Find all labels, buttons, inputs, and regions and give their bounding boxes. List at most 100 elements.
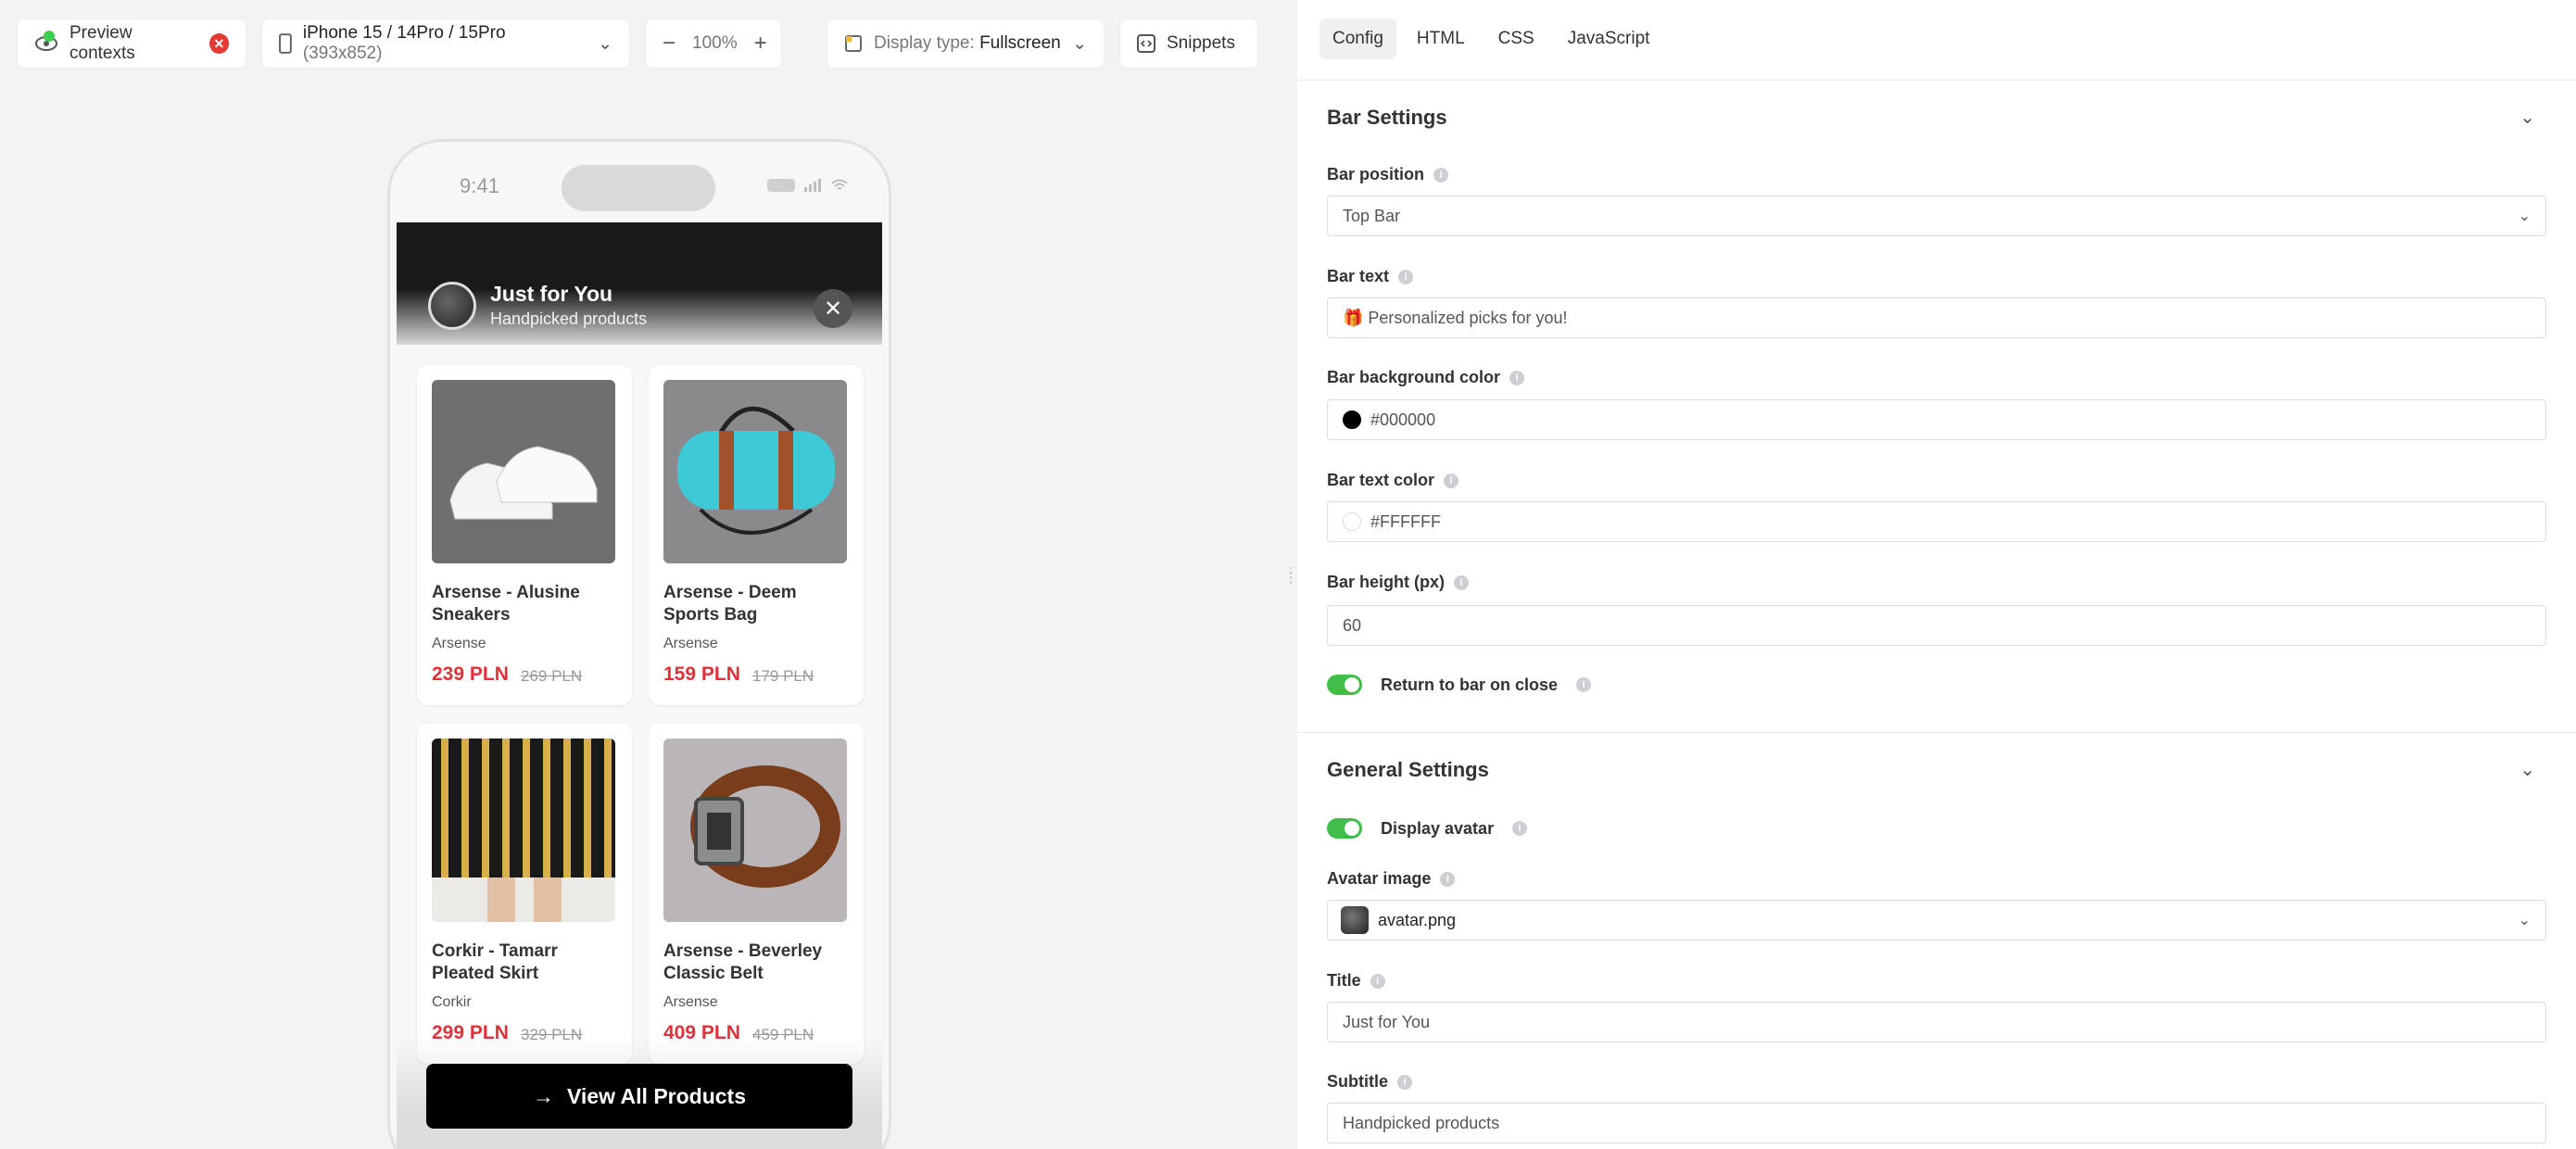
display-avatar-label: Display avatar [1381, 818, 1495, 838]
eye-icon [34, 31, 58, 53]
bar-height-input[interactable]: 60 [1327, 605, 2546, 646]
device-label: iPhone 15 / 14Pro / 15Pro (393x852) [302, 23, 506, 63]
return-to-bar-row: Return to bar on close i [1327, 675, 1592, 695]
tab-html[interactable]: HTML [1404, 19, 1478, 59]
drag-handle-icon[interactable]: ⋮ ⋮ [1284, 565, 1297, 584]
bar-title: Just for You [490, 282, 613, 306]
tab-css[interactable]: CSS [1485, 19, 1547, 59]
product-name: Arsense - Deem Sports Bag [663, 583, 797, 625]
display-avatar-toggle[interactable] [1327, 818, 1362, 839]
return-to-bar-label: Return to bar on close [1381, 675, 1559, 694]
skirt-image [432, 739, 615, 922]
product-old-price: 179 PLN [752, 667, 814, 685]
bar-text-color-input[interactable]: #FFFFFF [1327, 501, 2546, 542]
avatar-image-select[interactable]: avatar.png ⌄ [1327, 900, 2546, 941]
snippets-label: Snippets [1167, 33, 1235, 53]
info-icon[interactable]: i [1454, 574, 1470, 590]
bar-background-color-input[interactable]: #000000 [1327, 399, 2546, 440]
display-type-label: Display type: Fullscreen [874, 33, 1061, 53]
chevron-down-icon[interactable]: ⌄ [2519, 106, 2535, 129]
bar-subtitle: Handpicked products [490, 309, 648, 328]
tab-config[interactable]: Config [1320, 19, 1396, 59]
product-card[interactable]: Arsense - Deem Sports Bag Arsense 159 PL… [649, 365, 864, 705]
tab-javascript[interactable]: JavaScript [1555, 19, 1663, 59]
subtitle-label: Subtitle i [1327, 1072, 1412, 1092]
subtitle-input[interactable]: Handpicked products [1327, 1103, 2546, 1143]
display-avatar-row: Display avatar i [1327, 818, 1528, 839]
info-icon[interactable]: i [1512, 821, 1528, 836]
code-icon [1137, 34, 1155, 53]
view-all-products-button[interactable]: → View All Products [426, 1064, 852, 1129]
zoom-out-button[interactable]: − [663, 31, 676, 57]
wifi-icon [831, 179, 848, 190]
phone-icon [279, 33, 292, 54]
bar-height-label: Bar height (px) i [1327, 573, 1470, 592]
phone-screen: Just for You Handpicked products ✕ Arsen… [397, 222, 882, 1149]
zoom-in-button[interactable]: + [754, 31, 767, 57]
chevron-down-icon[interactable]: ⌄ [2519, 758, 2535, 781]
bar-position-select[interactable]: Top Bar ⌄ [1327, 196, 2546, 236]
product-old-price: 269 PLN [521, 667, 583, 685]
belt-image [663, 739, 847, 922]
bar-text-color-label: Bar text color i [1327, 471, 1459, 490]
color-swatch[interactable] [1343, 512, 1361, 531]
arrow-right-icon: → [533, 1083, 554, 1108]
divider [1297, 80, 2576, 81]
product-price: 239 PLN [432, 663, 509, 685]
zoom-control: − 100% + [645, 19, 782, 69]
bar-text-input[interactable]: 🎁 Personalized picks for you! [1327, 297, 2546, 338]
info-icon[interactable]: i [1370, 973, 1385, 989]
clear-contexts-icon[interactable]: ✕ [208, 33, 229, 54]
product-name: Arsense - Beverley Classic Belt [663, 941, 823, 983]
info-icon[interactable]: i [1433, 167, 1449, 183]
product-card[interactable]: Arsense - Beverley Classic Belt Arsense … [649, 724, 864, 1064]
bar-background-color-label: Bar background color i [1327, 368, 1525, 387]
product-brand: Arsense [663, 994, 718, 1010]
product-name: Corkir - Tamarr Pleated Skirt [432, 941, 558, 983]
product-brand: Arsense [432, 636, 486, 651]
info-icon[interactable]: i [1397, 1074, 1412, 1090]
preview-contexts-label: Preview contexts [69, 23, 135, 63]
view-all-label: View All Products [567, 1083, 746, 1108]
editor-tabs: Config HTML CSS JavaScript [1320, 19, 1662, 59]
info-icon[interactable]: i [1398, 269, 1414, 284]
avatar-image-label: Avatar image i [1327, 869, 1456, 889]
zoom-level: 100% [692, 33, 738, 53]
chevron-down-icon: ⌄ [1072, 33, 1087, 54]
status-time: 9:41 [460, 174, 499, 197]
title-input[interactable]: Just for You [1327, 1002, 2546, 1042]
signal-icon [804, 179, 821, 192]
info-icon[interactable]: i [1444, 473, 1459, 488]
bar-settings-title[interactable]: Bar Settings [1327, 106, 1447, 130]
info-icon[interactable]: i [1509, 370, 1525, 385]
settings-pane: Config HTML CSS JavaScript Bar Settings … [1297, 0, 2576, 1149]
general-settings-title[interactable]: General Settings [1327, 758, 1489, 782]
product-grid: Arsense - Alusine Sneakers Arsense 239 P… [397, 345, 882, 1149]
divider [1297, 732, 2576, 733]
product-brand: Corkir [432, 994, 472, 1010]
product-card[interactable]: Arsense - Alusine Sneakers Arsense 239 P… [417, 365, 632, 705]
display-type-select[interactable]: Display type: Fullscreen ⌄ [827, 19, 1105, 69]
preview-contexts-chip[interactable]: Preview contexts ✕ [17, 19, 246, 69]
status-bar: 9:41 [397, 148, 882, 222]
chevron-down-icon: ⌄ [2518, 208, 2531, 224]
info-icon[interactable]: i [1576, 677, 1592, 692]
top-bar[interactable]: Just for You Handpicked products ✕ [397, 222, 882, 345]
avatar-thumbnail [1341, 906, 1369, 934]
close-button[interactable]: ✕ [814, 289, 852, 328]
avatar [428, 282, 476, 330]
color-swatch[interactable] [1343, 410, 1361, 429]
title-label: Title i [1327, 971, 1385, 991]
product-brand: Arsense [663, 636, 718, 651]
device-select[interactable]: iPhone 15 / 14Pro / 15Pro (393x852) ⌄ [261, 19, 630, 69]
bar-position-label: Bar position i [1327, 165, 1449, 184]
return-to-bar-toggle[interactable] [1327, 675, 1362, 695]
battery-icon [767, 179, 795, 192]
snippets-button[interactable]: Snippets [1119, 19, 1258, 69]
product-card[interactable]: Corkir - Tamarr Pleated Skirt Corkir 299… [417, 724, 632, 1064]
product-price: 159 PLN [663, 663, 740, 685]
sports-bag-image [663, 380, 847, 563]
chevron-down-icon: ⌄ [598, 33, 612, 54]
bar-text-label: Bar text i [1327, 267, 1414, 286]
info-icon[interactable]: i [1440, 871, 1456, 887]
